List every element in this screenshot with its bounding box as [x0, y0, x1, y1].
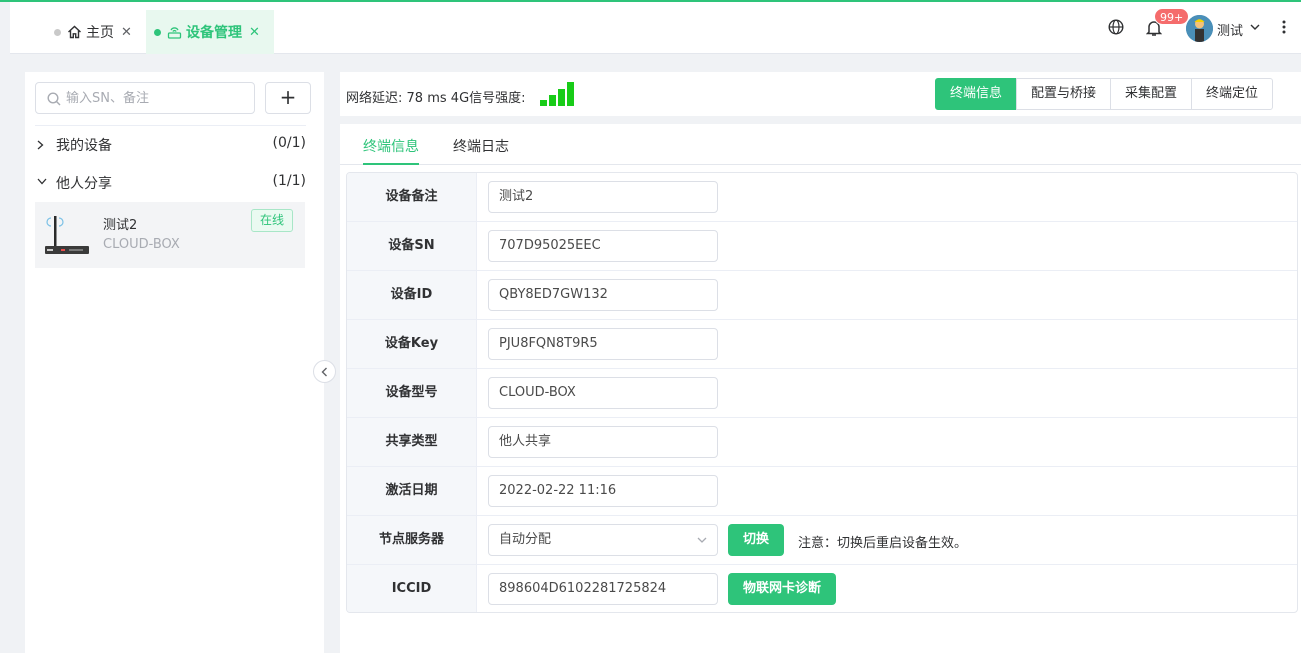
tab-status-dot — [154, 28, 161, 36]
divider — [35, 125, 306, 126]
chevron-down-icon — [37, 178, 47, 185]
info-row-remark: 设备备注 测试2 — [347, 173, 1297, 222]
tab-device-label: 设备管理 — [186, 25, 242, 41]
btn-collect-config[interactable]: 采集配置 — [1110, 78, 1193, 110]
model-field[interactable]: CLOUD-BOX — [488, 377, 718, 409]
more-vertical-icon[interactable] — [1282, 20, 1286, 34]
notification-badge: 99+ — [1154, 8, 1190, 25]
sn-field[interactable]: 707D95025EEC — [488, 230, 718, 262]
group-shared-devices[interactable]: 他人分享 (1/1) — [35, 167, 306, 197]
sim-diagnose-button[interactable]: 物联网卡诊断 — [728, 573, 837, 605]
signal-bar — [558, 89, 565, 106]
avatar[interactable] — [1186, 15, 1213, 42]
row-label: 共享类型 — [347, 418, 477, 466]
subtab-bar: 终端信息 终端日志 — [340, 124, 1301, 165]
info-row-model: 设备型号 CLOUD-BOX — [347, 369, 1297, 418]
device-model: CLOUD-BOX — [103, 237, 180, 252]
node-server-select[interactable]: 自动分配 — [488, 524, 718, 556]
signal-label: 4G信号强度: — [450, 91, 526, 106]
device-name: 测试2 — [103, 218, 138, 233]
router-icon — [167, 27, 182, 39]
switch-button[interactable]: 切换 — [728, 524, 785, 556]
globe-icon[interactable] — [1108, 19, 1124, 35]
tab-status-dot — [54, 28, 61, 36]
btn-config-bridge[interactable]: 配置与桥接 — [1016, 78, 1112, 110]
group-count: (1/1) — [272, 173, 306, 189]
status-bar: 网络延迟: 78 ms 4G信号强度: 终端信息 配置与桥接 采集配置 终端定位 — [340, 72, 1301, 116]
tab-home-close-icon[interactable]: ✕ — [121, 26, 132, 39]
btn-terminal-location[interactable]: 终端定位 — [1191, 78, 1274, 110]
device-key-field[interactable]: PJU8FQN8T9R5 — [488, 328, 718, 360]
tab-device-close-icon[interactable]: ✕ — [249, 26, 260, 39]
info-row-node-server: 节点服务器 自动分配 切换 注意：切换后重启设备生效。 — [347, 516, 1297, 565]
group-count: (0/1) — [272, 135, 306, 151]
chevron-right-icon — [37, 140, 44, 150]
search-input[interactable] — [66, 83, 251, 113]
tab-home-label: 主页 — [86, 25, 114, 41]
node-server-value: 自动分配 — [499, 532, 552, 547]
view-switch-group: 终端信息 配置与桥接 采集配置 终端定位 — [935, 78, 1274, 110]
tab-terminal-info[interactable]: 终端信息 — [363, 136, 419, 165]
network-status: 网络延迟: 78 ms 4G信号强度: — [346, 87, 526, 106]
group-my-devices[interactable]: 我的设备 (0/1) — [35, 129, 306, 159]
remark-field[interactable]: 测试2 — [488, 181, 718, 213]
info-row-iccid: ICCID 898604D6102281725824 物联网卡诊断 — [347, 565, 1297, 612]
device-sidebar: + 我的设备 (0/1) 他人分享 (1/1) 测试2 CLOUD-BOX 在线 — [25, 72, 324, 653]
row-label: ICCID — [347, 565, 477, 612]
signal-bar — [567, 82, 574, 106]
content-panel: 终端信息 终端日志 设备备注 测试2 设备SN 707D95025EEC 设备I… — [340, 124, 1301, 653]
router-device-icon — [45, 216, 89, 254]
row-label: 设备备注 — [347, 173, 477, 221]
row-label: 设备Key — [347, 320, 477, 368]
chevron-left-icon — [321, 367, 327, 377]
row-label: 设备型号 — [347, 369, 477, 417]
signal-bar — [540, 100, 547, 106]
group-label: 他人分享 — [56, 176, 112, 192]
tab-home[interactable]: 主页 ✕ — [46, 10, 140, 54]
chevron-down-icon[interactable] — [1250, 24, 1260, 31]
user-name[interactable]: 测试 — [1217, 20, 1243, 39]
switch-note: 注意：切换后重启设备生效。 — [798, 536, 968, 551]
device-list-item[interactable]: 测试2 CLOUD-BOX 在线 — [35, 202, 305, 268]
group-label: 我的设备 — [56, 138, 112, 154]
collapse-sidebar-button[interactable] — [313, 360, 336, 383]
info-row-activation-date: 激活日期 2022-02-22 11:16 — [347, 467, 1297, 516]
status-badge: 在线 — [251, 209, 294, 232]
info-row-key: 设备Key PJU8FQN8T9R5 — [347, 320, 1297, 369]
row-label: 设备ID — [347, 271, 477, 319]
home-icon — [68, 25, 81, 39]
add-device-button[interactable]: + — [265, 82, 311, 114]
row-label: 节点服务器 — [347, 516, 477, 564]
row-label: 设备SN — [347, 222, 477, 270]
tab-terminal-log[interactable]: 终端日志 — [453, 136, 509, 165]
search-box[interactable] — [35, 82, 255, 114]
top-bar: 主页 ✕ 设备管理 ✕ 99+ 测试 — [10, 2, 1301, 54]
search-icon — [47, 92, 61, 106]
activation-date-field[interactable]: 2022-02-22 11:16 — [488, 475, 718, 507]
info-row-sn: 设备SN 707D95025EEC — [347, 222, 1297, 271]
signal-bar — [549, 95, 556, 106]
row-label: 激活日期 — [347, 467, 477, 515]
share-type-field[interactable]: 他人共享 — [488, 426, 718, 458]
btn-terminal-info[interactable]: 终端信息 — [935, 78, 1018, 110]
device-id-field[interactable]: QBY8ED7GW132 — [488, 279, 718, 311]
signal-strength-icon — [540, 78, 582, 106]
tab-device-management[interactable]: 设备管理 ✕ — [146, 10, 274, 54]
device-info-table: 设备备注 测试2 设备SN 707D95025EEC 设备ID QBY8ED7G… — [346, 172, 1298, 613]
info-row-share-type: 共享类型 他人共享 — [347, 418, 1297, 467]
info-row-id: 设备ID QBY8ED7GW132 — [347, 271, 1297, 320]
latency-value: 78 ms — [406, 91, 447, 106]
iccid-field[interactable]: 898604D6102281725824 — [488, 573, 718, 605]
chevron-down-icon — [697, 537, 707, 543]
latency-label: 网络延迟: — [346, 91, 403, 106]
